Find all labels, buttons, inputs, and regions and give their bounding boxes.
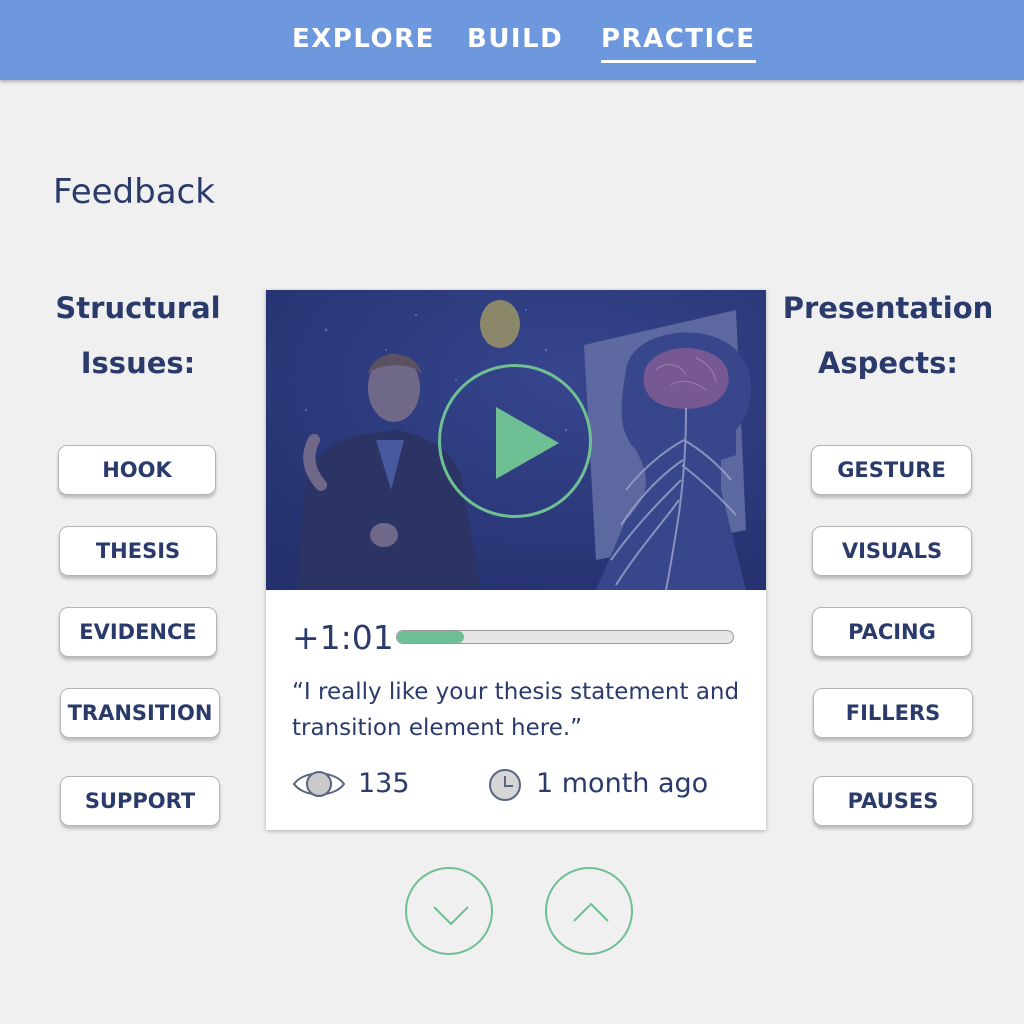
tag-transition[interactable]: TRANSITION [60,688,220,738]
nav-explore[interactable]: EXPLORE [292,24,435,54]
top-navigation-bar: EXPLORE BUILD PRACTICE [0,0,1024,80]
chevron-up-icon [573,902,609,922]
tag-pauses[interactable]: PAUSES [813,776,973,826]
chevron-down-icon [433,906,469,926]
tag-visuals[interactable]: VISUALS [812,526,972,576]
clock-icon [489,769,521,801]
previous-feedback-button[interactable] [545,867,633,955]
tag-fillers[interactable]: FILLERS [813,688,973,738]
structural-issues-heading: Structural Issues: [18,281,258,391]
tag-hook[interactable]: HOOK [58,445,216,495]
play-button[interactable] [438,364,592,518]
tag-thesis[interactable]: THESIS [59,526,217,576]
tag-evidence[interactable]: EVIDENCE [59,607,217,657]
presentation-aspects-heading: Presentation Aspects: [768,281,1008,391]
page-title: Feedback [53,172,215,212]
feedback-quote: “I really like your thesis statement and… [292,679,740,741]
presentation-heading-line1: Presentation [782,291,994,325]
tag-pacing[interactable]: PACING [812,607,972,657]
eye-icon [292,771,346,797]
structural-heading-line2: Issues: [80,346,196,380]
feedback-age: 1 month ago [536,768,709,799]
play-icon [496,407,559,479]
tag-gesture[interactable]: GESTURE [811,445,972,495]
video-thumbnail[interactable] [266,290,766,590]
presentation-heading-line2: Aspects: [817,346,959,380]
view-count: 135 [358,768,410,799]
next-feedback-button[interactable] [405,867,493,955]
feedback-timestamp: +1:01 [292,618,394,657]
feedback-card: +1:01 “I really like your thesis stateme… [266,290,766,830]
tag-support[interactable]: SUPPORT [60,776,220,826]
progress-fill [397,631,465,643]
structural-heading-line1: Structural [55,291,221,325]
nav-build[interactable]: BUILD [467,24,563,54]
nav-practice[interactable]: PRACTICE [601,24,756,63]
video-progress-bar[interactable] [396,630,734,644]
